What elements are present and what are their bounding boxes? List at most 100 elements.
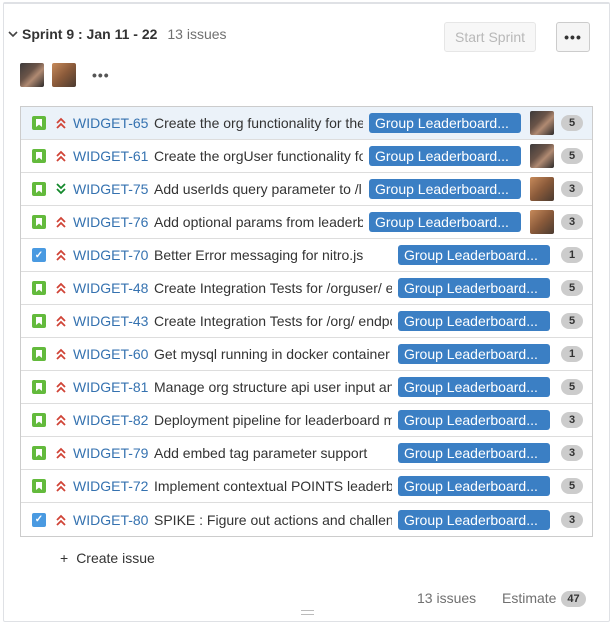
story-points-badge: 5 [561,148,583,164]
story-points-badge: 3 [561,181,583,197]
story-points-badge: 5 [561,280,583,296]
priority-high-icon [55,347,67,361]
assignee-avatar[interactable] [530,111,554,135]
avatar[interactable] [20,63,44,87]
issue-summary: Create the orgUser functionality fo [154,148,363,164]
priority-high-icon [55,513,67,527]
issue-key-link[interactable]: WIDGET-80 [73,512,148,528]
story-points-badge: 1 [561,346,583,362]
issue-list: WIDGET-65 Create the org functionality fo… [20,106,593,537]
story-bookmark-icon [32,215,46,229]
issue-key-link[interactable]: WIDGET-61 [73,148,148,164]
issue-row[interactable]: WIDGET-81 Manage org structure api user i… [21,371,592,404]
avatar[interactable] [52,63,76,87]
issue-summary: Create Integration Tests for /org/ endpo [154,313,392,329]
issue-summary: Get mysql running in docker container [154,346,390,362]
more-participants-button[interactable]: ••• [92,67,110,83]
issue-row[interactable]: WIDGET-79 Add embed tag parameter support… [21,437,592,470]
create-issue-button[interactable]: + Create issue [60,550,155,566]
story-points-badge: 5 [561,313,583,329]
sprint-header[interactable]: Sprint 9 : Jan 11 - 22 13 issues [8,24,227,44]
issue-row[interactable]: WIDGET-76 Add optional params from leader… [21,206,592,239]
issue-row[interactable]: WIDGET-65 Create the org functionality fo… [21,107,592,140]
issue-key-link[interactable]: WIDGET-82 [73,412,148,428]
priority-high-icon [55,479,67,493]
issue-row[interactable]: WIDGET-75 Add userIds query parameter to … [21,173,592,206]
story-bookmark-icon [32,413,46,427]
footer-issue-count: 13 issues [417,590,477,606]
priority-high-icon [55,149,67,163]
issue-key-link[interactable]: WIDGET-75 [73,181,148,197]
chevron-down-icon[interactable] [8,29,18,39]
epic-label[interactable]: Group Leaderboard... [369,179,521,199]
issue-summary: Add userIds query parameter to /l [154,181,362,197]
issue-summary: Manage org structure api user input an [154,379,392,395]
issue-row[interactable]: WIDGET-60 Get mysql running in docker con… [21,338,592,371]
epic-label[interactable]: Group Leaderboard... [398,245,550,265]
issue-key-link[interactable]: WIDGET-48 [73,280,148,296]
story-bookmark-icon [32,182,46,196]
story-bookmark-icon [32,446,46,460]
sprint-title: Sprint 9 : Jan 11 - 22 [22,26,158,42]
issue-summary: Add optional params from leaderb [154,214,363,230]
participants: ••• [20,62,110,88]
issue-row[interactable]: ✓ WIDGET-70 Better Error messaging for nit… [21,239,592,272]
story-points-badge: 5 [561,379,583,395]
issue-key-link[interactable]: WIDGET-81 [73,379,148,395]
issue-row[interactable]: ✓ WIDGET-80 SPIKE : Figure out actions and… [21,503,592,536]
story-points-badge: 1 [561,247,583,263]
priority-low-icon [55,182,67,196]
story-points-badge: 3 [561,214,583,230]
priority-high-icon [55,314,67,328]
issue-summary: Create the org functionality for the [154,115,363,131]
issue-summary: Add embed tag parameter support [154,445,368,461]
epic-label[interactable]: Group Leaderboard... [398,443,550,463]
estimate-badge: 47 [561,591,586,607]
epic-label[interactable]: Group Leaderboard... [398,344,550,364]
issue-summary: Deployment pipeline for leaderboard m [154,412,392,428]
epic-label[interactable]: Group Leaderboard... [369,113,521,133]
issue-key-link[interactable]: WIDGET-79 [73,445,148,461]
epic-label[interactable]: Group Leaderboard... [398,377,550,397]
issue-key-link[interactable]: WIDGET-72 [73,478,148,494]
assignee-avatar[interactable] [530,177,554,201]
assignee-avatar[interactable] [530,144,554,168]
epic-label[interactable]: Group Leaderboard... [398,278,550,298]
story-bookmark-icon [32,380,46,394]
issue-key-link[interactable]: WIDGET-70 [73,247,148,263]
issue-summary: Implement contextual POINTS leaderb [154,478,392,494]
sprint-more-button[interactable]: ••• [556,22,590,52]
footer-estimate-label: Estimate [502,590,557,606]
issue-row[interactable]: WIDGET-48 Create Integration Tests for /o… [21,272,592,305]
epic-label[interactable]: Group Leaderboard... [398,476,550,496]
story-points-badge: 5 [561,115,583,131]
issue-row[interactable]: WIDGET-72 Implement contextual POINTS lea… [21,470,592,503]
issue-row[interactable]: WIDGET-61 Create the orgUser functionalit… [21,140,592,173]
epic-label[interactable]: Group Leaderboard... [398,509,550,530]
issue-row[interactable]: WIDGET-43 Create Integration Tests for /o… [21,305,592,338]
story-points-badge: 5 [561,478,583,494]
issue-key-link[interactable]: WIDGET-60 [73,346,148,362]
sprint-issue-count: 13 issues [167,26,227,42]
issue-key-link[interactable]: WIDGET-43 [73,313,148,329]
issue-summary: Create Integration Tests for /orguser/ e [154,280,392,296]
issue-key-link[interactable]: WIDGET-76 [73,214,148,230]
epic-label[interactable]: Group Leaderboard... [369,146,521,166]
epic-label[interactable]: Group Leaderboard... [398,410,550,430]
create-issue-label: Create issue [76,550,155,566]
story-points-badge: 3 [561,412,583,428]
issue-key-link[interactable]: WIDGET-65 [73,115,148,131]
story-points-badge: 3 [561,511,583,528]
priority-high-icon [55,380,67,394]
start-sprint-button[interactable]: Start Sprint [444,22,536,52]
epic-label[interactable]: Group Leaderboard... [398,311,550,331]
assignee-avatar[interactable] [530,210,554,234]
story-bookmark-icon [32,149,46,163]
issue-summary: Better Error messaging for nitro.js [154,247,364,263]
priority-high-icon [55,248,67,262]
epic-label[interactable]: Group Leaderboard... [369,212,521,232]
resize-grip[interactable] [301,610,314,615]
issue-row[interactable]: WIDGET-82 Deployment pipeline for leaderb… [21,404,592,437]
story-bookmark-icon [32,479,46,493]
story-points-badge: 3 [561,445,583,461]
